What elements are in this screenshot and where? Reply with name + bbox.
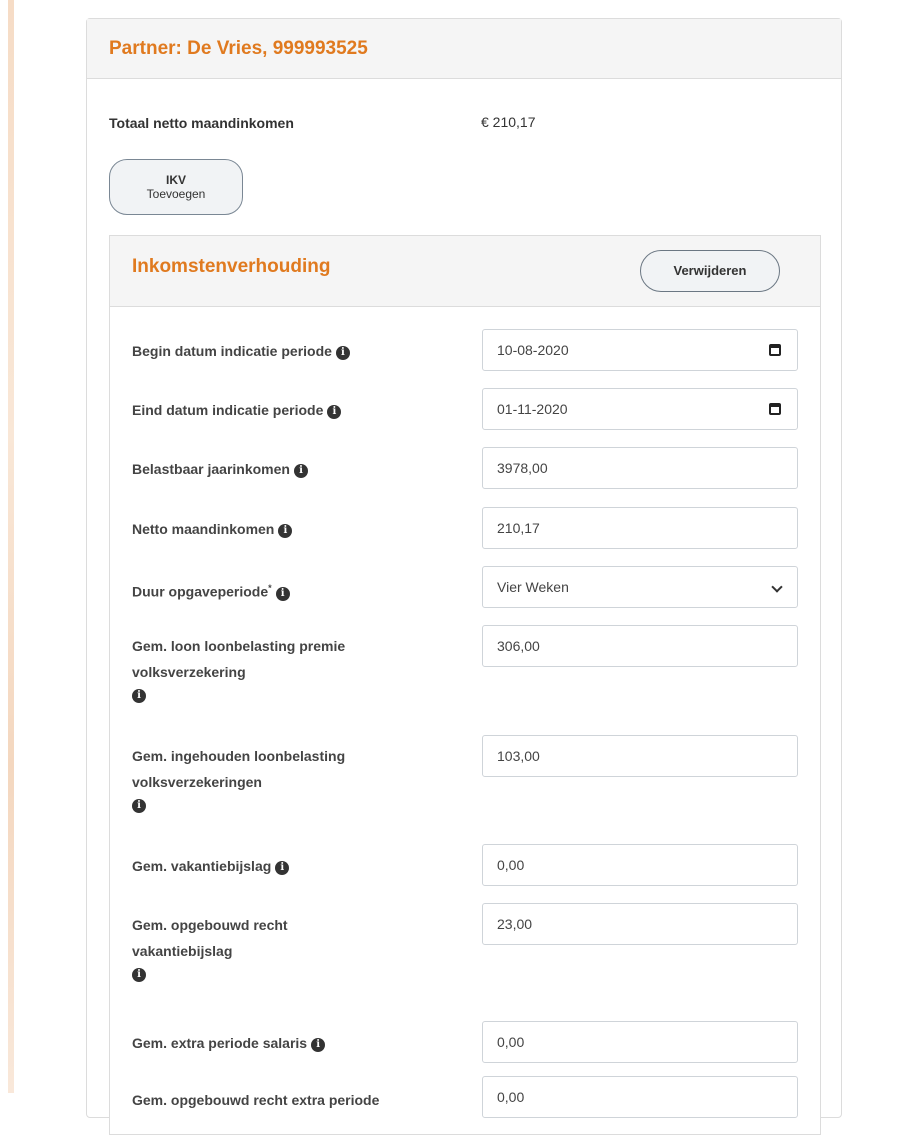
remove-button[interactable]: Verwijderen bbox=[640, 250, 780, 292]
begin-date-label-text: Begin datum indicatie periode bbox=[132, 343, 332, 359]
avg-wage-label-text: Gem. loon loonbelasting premie volksverz… bbox=[132, 638, 346, 680]
ikv-button-line2: Toevoegen bbox=[146, 187, 206, 201]
avg-extra-salary-label-text: Gem. extra periode salaris bbox=[132, 1035, 308, 1051]
avg-extra-salary-input[interactable]: 0,00 bbox=[482, 1021, 798, 1063]
partner-title: Partner: De Vries, 999993525 bbox=[109, 37, 368, 59]
begin-date-input[interactable]: 10-08-2020 bbox=[482, 329, 798, 371]
info-icon[interactable]: i bbox=[293, 464, 308, 478]
ikv-add-button[interactable]: IKV Toevoegen bbox=[109, 159, 243, 215]
avg-holiday-label: Gem. vakantiebijslag i bbox=[132, 853, 432, 879]
period-duration-select[interactable]: Vier Weken bbox=[482, 566, 798, 608]
avg-accrued-holiday-label: Gem. opgebouwd recht vakantiebijslag i bbox=[132, 912, 362, 982]
avg-accrued-holiday-label-text: Gem. opgebouwd recht vakantiebijslag bbox=[132, 917, 288, 959]
period-duration-label: Duur opgaveperiode* i bbox=[132, 575, 432, 605]
avg-accrued-extra-label: Gem. opgebouwd recht extra periode bbox=[132, 1087, 432, 1113]
begin-date-label: Begin datum indicatie periode i bbox=[132, 338, 432, 364]
avg-accrued-extra-value: 0,00 bbox=[497, 1089, 525, 1105]
end-date-label: Eind datum indicatie periode i bbox=[132, 397, 432, 423]
avg-withheld-label-text: Gem. ingehouden loonbelasting volksverze… bbox=[132, 748, 346, 790]
avg-extra-salary-label: Gem. extra periode salaris i bbox=[132, 1030, 432, 1056]
partner-card: Partner: De Vries, 999993525 Totaal nett… bbox=[86, 18, 842, 1135]
info-icon[interactable]: i bbox=[275, 861, 290, 875]
period-duration-value: Vier Weken bbox=[497, 579, 569, 595]
avg-accrued-extra-input[interactable]: 0,00 bbox=[482, 1076, 798, 1118]
income-relation-card: Inkomstenverhouding Verwijderen Begin da… bbox=[109, 235, 821, 1135]
avg-accrued-holiday-input[interactable]: 23,00 bbox=[482, 903, 798, 945]
net-monthly-value: 210,17 bbox=[497, 520, 540, 536]
avg-wage-value: 306,00 bbox=[497, 638, 540, 654]
total-label: Totaal netto maandinkomen bbox=[109, 115, 294, 131]
partner-header: Partner: De Vries, 999993525 bbox=[87, 19, 841, 79]
avg-holiday-label-text: Gem. vakantiebijslag bbox=[132, 858, 272, 874]
avg-wage-input[interactable]: 306,00 bbox=[482, 625, 798, 667]
info-icon[interactable]: i bbox=[311, 1038, 326, 1052]
end-date-value: 01-11-2020 bbox=[497, 401, 568, 417]
taxable-income-label-text: Belastbaar jaarinkomen bbox=[132, 461, 290, 477]
taxable-income-value: 3978,00 bbox=[497, 460, 548, 476]
required-marker: * bbox=[268, 583, 272, 593]
avg-accrued-extra-label-text: Gem. opgebouwd recht extra periode bbox=[132, 1092, 380, 1108]
avg-holiday-value: 0,00 bbox=[497, 857, 525, 873]
info-icon[interactable]: i bbox=[275, 586, 290, 601]
net-monthly-input[interactable]: 210,17 bbox=[482, 507, 798, 549]
avg-accrued-holiday-value: 23,00 bbox=[497, 916, 533, 932]
info-icon[interactable]: i bbox=[132, 689, 146, 703]
ikv-button-line1: IKV bbox=[165, 173, 186, 187]
info-icon[interactable]: i bbox=[327, 405, 342, 419]
avg-wage-label: Gem. loon loonbelasting premie volksverz… bbox=[132, 633, 422, 703]
begin-date-value: 10-08-2020 bbox=[497, 342, 569, 358]
end-date-label-text: Eind datum indicatie periode bbox=[132, 402, 324, 418]
info-icon[interactable]: i bbox=[278, 524, 293, 538]
income-relation-header: Inkomstenverhouding Verwijderen bbox=[110, 236, 820, 307]
avg-withheld-value: 103,00 bbox=[497, 748, 540, 764]
info-icon[interactable]: i bbox=[335, 346, 350, 360]
net-monthly-label-text: Netto maandinkomen bbox=[132, 521, 275, 537]
info-icon[interactable]: i bbox=[132, 799, 146, 813]
calendar-icon[interactable] bbox=[769, 344, 781, 356]
taxable-income-input[interactable]: 3978,00 bbox=[482, 447, 798, 489]
left-accent-bar bbox=[8, 0, 14, 1093]
net-monthly-label: Netto maandinkomen i bbox=[132, 516, 432, 542]
avg-extra-salary-value: 0,00 bbox=[497, 1034, 525, 1050]
avg-holiday-input[interactable]: 0,00 bbox=[482, 844, 798, 886]
chevron-down-icon bbox=[771, 581, 783, 593]
period-duration-label-text: Duur opgaveperiode bbox=[132, 583, 269, 600]
info-icon[interactable]: i bbox=[132, 968, 146, 982]
calendar-icon[interactable] bbox=[769, 403, 781, 415]
section-title: Inkomstenverhouding bbox=[132, 256, 331, 277]
end-date-input[interactable]: 01-11-2020 bbox=[482, 388, 798, 430]
taxable-income-label: Belastbaar jaarinkomen i bbox=[132, 456, 432, 482]
avg-withheld-input[interactable]: 103,00 bbox=[482, 735, 798, 777]
avg-withheld-label: Gem. ingehouden loonbelasting volksverze… bbox=[132, 743, 422, 813]
total-value: € 210,17 bbox=[481, 114, 536, 130]
